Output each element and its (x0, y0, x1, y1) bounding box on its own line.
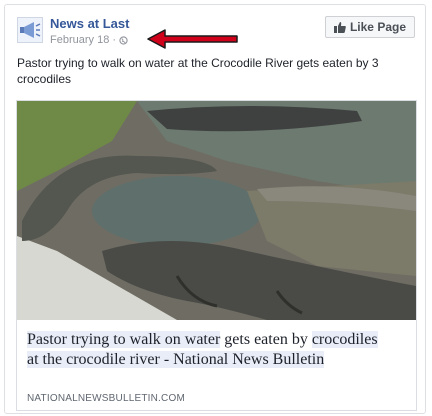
meta-separator: · (112, 34, 116, 46)
post-header: News at Last February 18 · Like Page (17, 15, 415, 49)
link-domain: NATIONALNEWSBULLETIN.COM (27, 393, 185, 404)
globe-icon[interactable] (119, 35, 128, 45)
post-card: News at Last February 18 · Like Page Pas… (4, 4, 426, 414)
like-page-label: Like Page (349, 20, 406, 34)
link-preview[interactable]: Pastor trying to walk on water gets eate… (16, 100, 417, 411)
link-title-part-2: gets eaten by (220, 331, 312, 348)
red-arrow-icon (147, 29, 238, 49)
thumbs-up-icon (333, 22, 346, 33)
post-meta: February 18 · (50, 34, 128, 46)
link-title-part-1: Pastor trying to walk on water (27, 331, 221, 348)
like-page-button[interactable]: Like Page (324, 16, 415, 38)
megaphone-icon (20, 22, 41, 38)
post-text: Pastor trying to walk on water at the Cr… (17, 56, 379, 86)
page-avatar[interactable] (17, 17, 43, 43)
page-name-link[interactable]: News at Last (50, 16, 129, 31)
post-date-link[interactable]: February 18 (50, 34, 109, 46)
crocodiles-photo[interactable] (17, 101, 416, 320)
link-title[interactable]: Pastor trying to walk on water gets eate… (27, 330, 387, 370)
